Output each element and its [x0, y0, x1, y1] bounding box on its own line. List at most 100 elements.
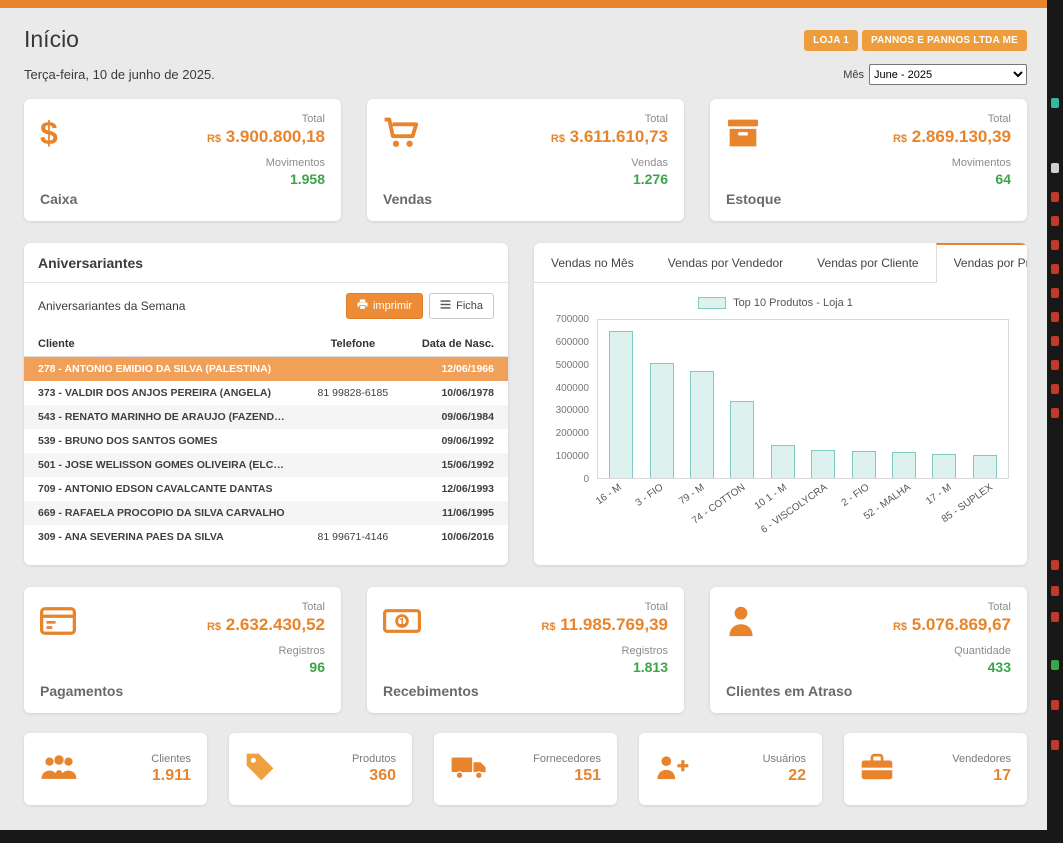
mini-card-vendedores[interactable]: Vendedores 17 — [844, 733, 1027, 805]
archive-icon — [726, 113, 781, 153]
total-value: R$ 2.869.130,39 — [893, 127, 1011, 147]
table-cell — [299, 429, 408, 453]
page-header: Início LOJA 1 PANNOS E PANNOS LTDA ME — [24, 24, 1027, 54]
mini-card-fornecedores[interactable]: Fornecedores 151 — [434, 733, 617, 805]
table-cell: 373 - VALDIR DOS ANJOS PEREIRA (ANGELA) — [24, 381, 299, 405]
mini-value: 22 — [763, 767, 806, 785]
stat-card-recebimentos[interactable]: 1 Recebimentos Total R$ 11.985.769,39 Re… — [367, 587, 684, 713]
total-label: Total — [541, 601, 668, 613]
right-edge-strip[interactable] — [1047, 0, 1063, 843]
person-icon — [726, 601, 852, 641]
col-cliente: Cliente — [24, 331, 299, 357]
x-tick-label: 79 - M — [677, 482, 707, 507]
legend-label: Top 10 Produtos - Loja 1 — [733, 297, 853, 309]
ficha-button[interactable]: Ficha — [429, 293, 494, 319]
edge-strip-mark — [1051, 560, 1059, 570]
tag-icon — [245, 752, 275, 787]
birthday-row[interactable]: 539 - BRUNO DOS SANTOS GOMES09/06/1992 — [24, 429, 508, 453]
stat-card-caixa[interactable]: $ Caixa Total R$ 3.900.800,18 Movimentos… — [24, 99, 341, 221]
edge-strip-mark — [1051, 192, 1059, 202]
stat-title: Estoque — [726, 191, 781, 207]
bar[interactable] — [892, 452, 916, 478]
birthday-row[interactable]: 543 - RENATO MARINHO DE ARAUJO (FAZEND…0… — [24, 405, 508, 429]
bar[interactable] — [771, 445, 795, 478]
mini-card-usuarios[interactable]: Usuários 22 — [639, 733, 822, 805]
birthday-row[interactable]: 709 - ANTONIO EDSON CAVALCANTE DANTAS 12/… — [24, 477, 508, 501]
print-button[interactable]: imprimir — [346, 293, 423, 319]
dashboard-content: Início LOJA 1 PANNOS E PANNOS LTDA ME Te… — [0, 8, 1047, 805]
edge-strip-mark — [1051, 216, 1059, 226]
table-cell: 12/06/1993 — [407, 477, 508, 501]
birthdays-title: Aniversariantes — [24, 243, 508, 283]
x-tick-label: 2 - FIO — [839, 482, 871, 509]
tab-vendas-por-cliente[interactable]: Vendas por Cliente — [800, 243, 935, 283]
edge-strip-mark — [1051, 612, 1059, 622]
tab-vendas-por-produto[interactable]: Vendas por Produto — [936, 243, 1027, 283]
birthday-table-body: 278 - ANTONIO EMIDIO DA SILVA (PALESTINA… — [24, 357, 508, 550]
month-select[interactable]: June - 2025 — [869, 64, 1027, 85]
current-date: Terça-feira, 10 de junho de 2025. — [24, 67, 215, 82]
bar[interactable] — [852, 451, 876, 478]
table-cell: 309 - ANA SEVERINA PAES DA SILVA — [24, 525, 299, 549]
y-tick-label: 300000 — [556, 405, 589, 416]
bar[interactable] — [650, 363, 674, 478]
chart-legend: Top 10 Produtos - Loja 1 — [542, 297, 1009, 309]
table-cell — [299, 405, 408, 429]
birthdays-toolbar: Aniversariantes da Semana imprimir Ficha — [24, 283, 508, 331]
count-value: 1.276 — [551, 171, 668, 187]
birthday-row[interactable]: 373 - VALDIR DOS ANJOS PEREIRA (ANGELA)8… — [24, 381, 508, 405]
x-tick-label: 3 - FIO — [633, 482, 665, 509]
bar[interactable] — [811, 450, 835, 478]
tab-vendas-no-mês[interactable]: Vendas no Mês — [534, 243, 651, 283]
birthdays-table: Cliente Telefone Data de Nasc. 278 - ANT… — [24, 331, 508, 549]
month-picker: Mês June - 2025 — [843, 64, 1027, 85]
mini-card-produtos[interactable]: Produtos 360 — [229, 733, 412, 805]
birthday-row[interactable]: 309 - ANA SEVERINA PAES DA SILVA81 99671… — [24, 525, 508, 549]
list-icon — [440, 300, 451, 312]
dollar-icon: $ — [40, 113, 77, 153]
table-cell: 543 - RENATO MARINHO DE ARAUJO (FAZEND… — [24, 405, 299, 429]
y-tick-label: 400000 — [556, 383, 589, 394]
y-tick-label: 100000 — [556, 451, 589, 462]
stat-card-vendas[interactable]: Vendas Total R$ 3.611.610,73 Vendas 1.27… — [367, 99, 684, 221]
legend-swatch — [698, 297, 726, 309]
count-value: 96 — [207, 659, 325, 675]
edge-strip-mark — [1051, 700, 1059, 710]
table-cell: 501 - JOSE WELISSON GOMES OLIVEIRA (ELC… — [24, 453, 299, 477]
briefcase-icon — [860, 753, 894, 786]
stat-card-clientes-em-atraso[interactable]: Clientes em Atraso Total R$ 5.076.869,67… — [710, 587, 1027, 713]
table-cell: 09/06/1992 — [407, 429, 508, 453]
svg-text:1: 1 — [399, 617, 405, 628]
stat-card-pagamentos[interactable]: Pagamentos Total R$ 2.632.430,52 Registr… — [24, 587, 341, 713]
table-cell: 709 - ANTONIO EDSON CAVALCANTE DANTAS — [24, 477, 299, 501]
bar[interactable] — [690, 371, 714, 478]
mini-label: Fornecedores — [533, 753, 601, 765]
tab-vendas-por-vendedor[interactable]: Vendas por Vendedor — [651, 243, 800, 283]
birthday-row[interactable]: 501 - JOSE WELISSON GOMES OLIVEIRA (ELC…… — [24, 453, 508, 477]
x-tick-label: 16 - M — [594, 482, 624, 507]
company-badge[interactable]: PANNOS E PANNOS LTDA ME — [862, 30, 1027, 51]
table-cell — [299, 357, 408, 382]
edge-strip-mark — [1051, 408, 1059, 418]
plot-area — [597, 319, 1009, 479]
bar[interactable] — [730, 401, 754, 478]
store-badges: LOJA 1 PANNOS E PANNOS LTDA ME — [804, 30, 1027, 51]
birthday-row[interactable]: 278 - ANTONIO EMIDIO DA SILVA (PALESTINA… — [24, 357, 508, 382]
bar[interactable] — [973, 455, 997, 478]
page-title: Início — [24, 24, 79, 54]
count-label: Quantidade — [893, 645, 1011, 657]
birthday-row[interactable]: 669 - RAFAELA PROCOPIO DA SILVA CARVALHO… — [24, 501, 508, 525]
table-cell: 81 99671-4146 — [299, 525, 408, 549]
mini-label: Usuários — [763, 753, 806, 765]
edge-strip-mark — [1051, 660, 1059, 670]
stats-row-2: Pagamentos Total R$ 2.632.430,52 Registr… — [24, 587, 1027, 713]
payment-card-icon — [40, 601, 123, 641]
mini-card-clientes[interactable]: Clientes 1.911 — [24, 733, 207, 805]
edge-strip-mark — [1051, 586, 1059, 596]
edge-strip-mark — [1051, 240, 1059, 250]
bar[interactable] — [609, 331, 633, 478]
store-badge[interactable]: LOJA 1 — [804, 30, 858, 51]
bar[interactable] — [932, 454, 956, 478]
count-label: Movimentos — [207, 157, 325, 169]
stat-card-estoque[interactable]: Estoque Total R$ 2.869.130,39 Movimentos… — [710, 99, 1027, 221]
